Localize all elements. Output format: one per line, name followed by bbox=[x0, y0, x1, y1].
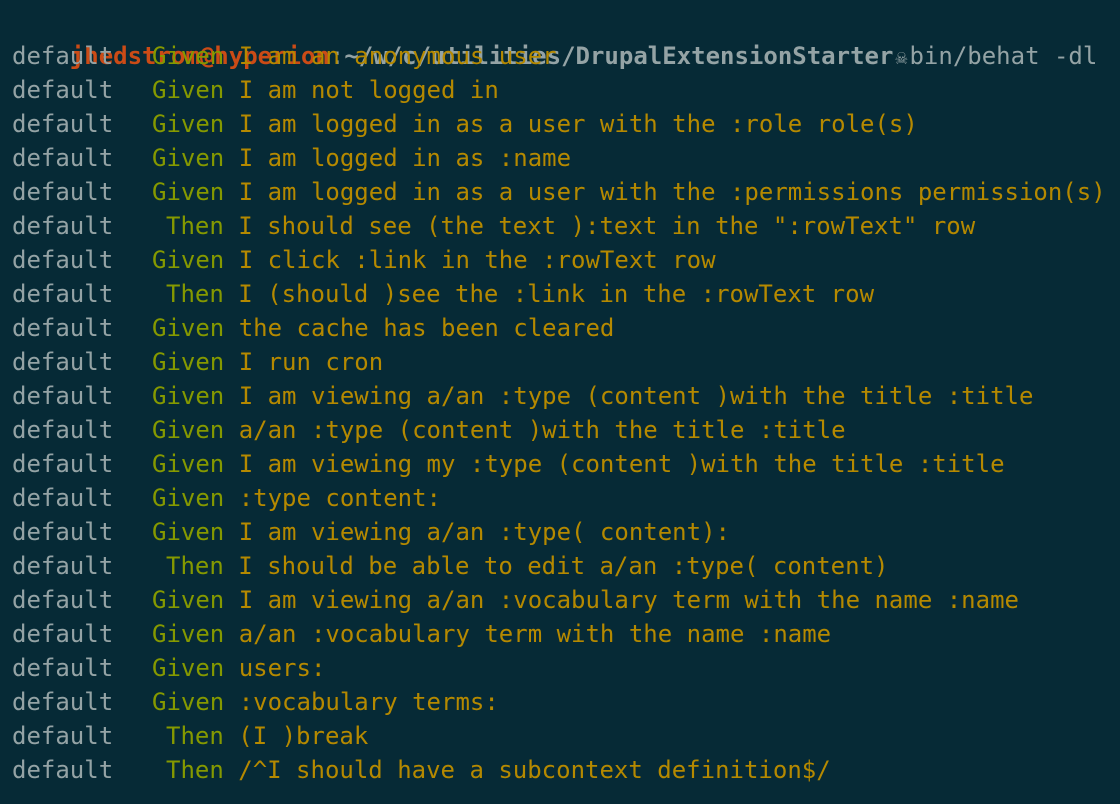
step-keyword: Given bbox=[152, 484, 225, 512]
context-name: default bbox=[12, 416, 114, 444]
terminal-window[interactable]: jhedstrom@hyperion:~/w/c/utilities/Drupa… bbox=[0, 0, 1120, 804]
step-keyword: Then bbox=[166, 212, 224, 240]
step-pattern: I am logged in as a user with the :permi… bbox=[238, 178, 1106, 206]
step-definition-line: default Then I should see (the text ):tex… bbox=[12, 209, 1120, 243]
context-name: default bbox=[12, 348, 114, 376]
context-name: default bbox=[12, 212, 114, 240]
step-pattern: (I )break bbox=[238, 722, 369, 750]
step-definition-line: default Then I (should )see the :link in … bbox=[12, 277, 1120, 311]
step-definition-line: default Given users: bbox=[12, 651, 1120, 685]
step-definition-line: default Given a/an :vocabulary term with … bbox=[12, 617, 1120, 651]
step-keyword: Given bbox=[152, 450, 225, 478]
prompt-line: jhedstrom@hyperion:~/w/c/utilities/Drupa… bbox=[12, 5, 1120, 70]
context-name: default bbox=[12, 144, 114, 172]
step-definition-list: default Given I am an anonymous user defau… bbox=[12, 39, 1120, 787]
step-keyword: Then bbox=[166, 280, 224, 308]
step-definition-line: default Given :type content: bbox=[12, 481, 1120, 515]
step-definition-line: default Given I am logged in as a user wi… bbox=[12, 107, 1120, 141]
step-pattern: I am logged in as :name bbox=[238, 144, 572, 172]
step-definition-line: default Given the cache has been cleared bbox=[12, 311, 1120, 345]
step-pattern: /^I should have a subcontext definition$… bbox=[238, 756, 831, 784]
step-pattern: I am not logged in bbox=[238, 76, 499, 104]
step-pattern: I am logged in as a user with the :role … bbox=[238, 110, 918, 138]
step-keyword: Given bbox=[152, 382, 225, 410]
step-definition-line: default Given I am logged in as :name bbox=[12, 141, 1120, 175]
context-name: default bbox=[12, 382, 114, 410]
step-keyword: Given bbox=[152, 654, 225, 682]
step-definition-line: default Then I should be able to edit a/a… bbox=[12, 549, 1120, 583]
skull-icon: ☠ bbox=[895, 45, 908, 69]
step-definition-line: default Given I run cron bbox=[12, 345, 1120, 379]
step-pattern: I click :link in the :rowText row bbox=[238, 246, 716, 274]
context-name: default bbox=[12, 42, 114, 70]
step-pattern: users: bbox=[238, 654, 326, 682]
context-name: default bbox=[12, 756, 114, 784]
step-definition-line: default Given I am viewing a/an :type (co… bbox=[12, 379, 1120, 413]
step-pattern: :type content: bbox=[238, 484, 441, 512]
context-name: default bbox=[12, 450, 114, 478]
context-name: default bbox=[12, 722, 114, 750]
step-keyword: Given bbox=[152, 144, 225, 172]
context-name: default bbox=[12, 246, 114, 274]
step-keyword: Given bbox=[152, 518, 225, 546]
step-definition-line: default Given a/an :type (content )with t… bbox=[12, 413, 1120, 447]
step-definition-line: default Given I click :link in the :rowTe… bbox=[12, 243, 1120, 277]
step-pattern: I should see (the text ):text in the ":r… bbox=[238, 212, 976, 240]
step-keyword: Given bbox=[152, 42, 225, 70]
step-pattern: I should be able to edit a/an :type( con… bbox=[238, 552, 889, 580]
step-definition-line: default Then (I )break bbox=[12, 719, 1120, 753]
step-pattern: I am viewing a/an :vocabulary term with … bbox=[238, 586, 1019, 614]
step-definition-line: default Given :vocabulary terms: bbox=[12, 685, 1120, 719]
step-keyword: Given bbox=[152, 348, 225, 376]
step-pattern: a/an :vocabulary term with the name :nam… bbox=[238, 620, 832, 648]
step-pattern: I am viewing my :type (content )with the… bbox=[238, 450, 1005, 478]
context-name: default bbox=[12, 688, 114, 716]
context-name: default bbox=[12, 76, 114, 104]
step-pattern: I run cron bbox=[238, 348, 384, 376]
step-keyword: Then bbox=[166, 722, 224, 750]
step-pattern: I am an anonymous user bbox=[238, 42, 557, 70]
step-keyword: Then bbox=[166, 552, 224, 580]
step-keyword: Given bbox=[152, 688, 225, 716]
step-keyword: Given bbox=[152, 178, 225, 206]
context-name: default bbox=[12, 552, 114, 580]
step-pattern: I (should )see the :link in the :rowText… bbox=[238, 280, 875, 308]
step-definition-line: default Then /^I should have a subcontext… bbox=[12, 753, 1120, 787]
step-keyword: Given bbox=[152, 416, 225, 444]
context-name: default bbox=[12, 178, 114, 206]
step-definition-line: default Given I am viewing a/an :type( co… bbox=[12, 515, 1120, 549]
step-pattern: I am viewing a/an :type( content): bbox=[238, 518, 730, 546]
step-pattern: I am viewing a/an :type (content )with t… bbox=[238, 382, 1034, 410]
step-keyword: Given bbox=[152, 110, 225, 138]
step-keyword: Given bbox=[152, 620, 225, 648]
context-name: default bbox=[12, 654, 114, 682]
context-name: default bbox=[12, 314, 114, 342]
step-keyword: Then bbox=[166, 756, 224, 784]
step-keyword: Given bbox=[152, 586, 225, 614]
step-pattern: a/an :type (content )with the title :tit… bbox=[238, 416, 846, 444]
step-pattern: the cache has been cleared bbox=[238, 314, 615, 342]
step-keyword: Given bbox=[152, 76, 225, 104]
step-definition-line: default Given I am viewing a/an :vocabula… bbox=[12, 583, 1120, 617]
step-definition-line: default Given I am logged in as a user wi… bbox=[12, 175, 1120, 209]
context-name: default bbox=[12, 620, 114, 648]
context-name: default bbox=[12, 484, 114, 512]
context-name: default bbox=[12, 586, 114, 614]
step-definition-line: default Given I am viewing my :type (cont… bbox=[12, 447, 1120, 481]
step-pattern: :vocabulary terms: bbox=[238, 688, 499, 716]
prompt-command: bin/behat -dl bbox=[909, 42, 1098, 70]
step-definition-line: default Given I am not logged in bbox=[12, 73, 1120, 107]
context-name: default bbox=[12, 280, 114, 308]
context-name: default bbox=[12, 110, 114, 138]
context-name: default bbox=[12, 518, 114, 546]
step-keyword: Given bbox=[152, 246, 225, 274]
step-keyword: Given bbox=[152, 314, 225, 342]
